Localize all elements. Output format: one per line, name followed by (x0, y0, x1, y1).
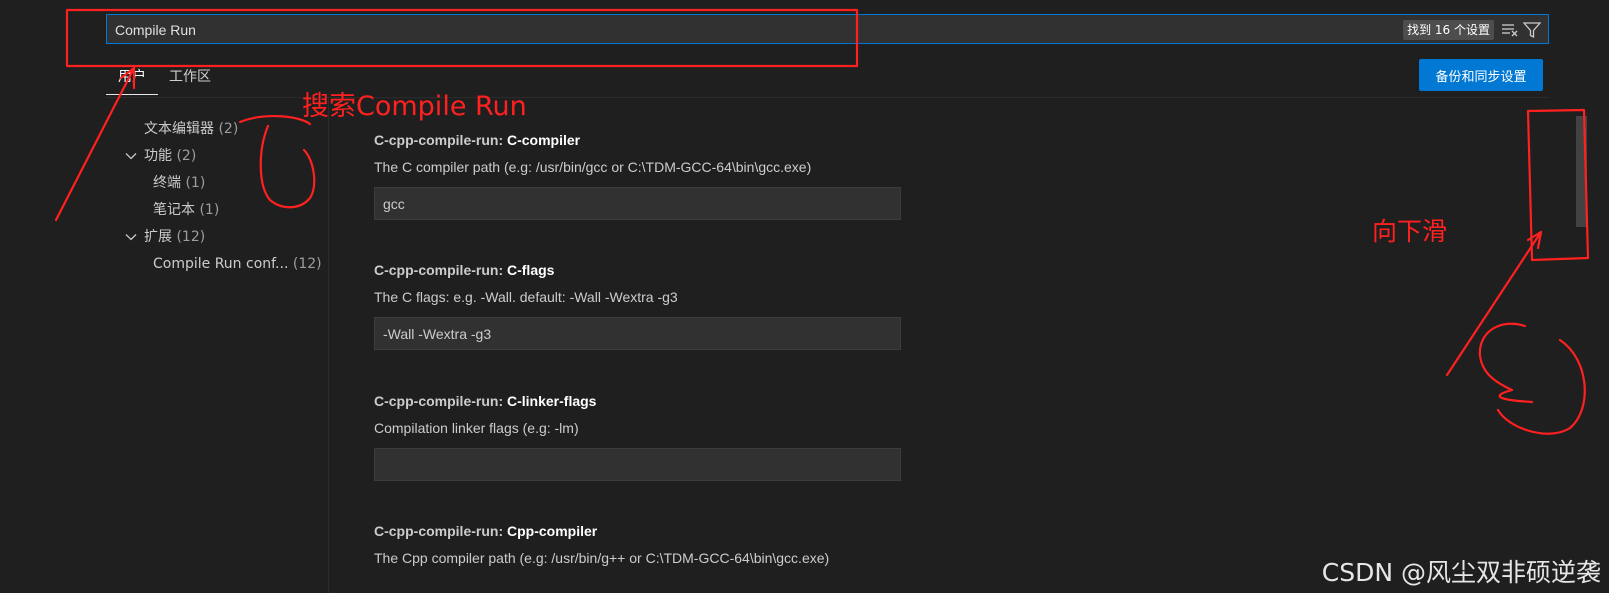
csdn-watermark: CSDN @风尘双非硕逆袭 (1321, 558, 1601, 587)
annotation-search-note: 搜索Compile Run (302, 91, 527, 122)
annotation-scroll-note: 向下滑 (1372, 217, 1448, 246)
annotation-arrow-2 (1445, 230, 1543, 377)
annotation-box-search (65, 8, 859, 68)
annotation-overlay (54, 8, 1590, 435)
annotation-circle-2 (1478, 322, 1586, 435)
annotation-arrow-1 (54, 66, 136, 222)
annotation-circle-1 (238, 114, 316, 209)
